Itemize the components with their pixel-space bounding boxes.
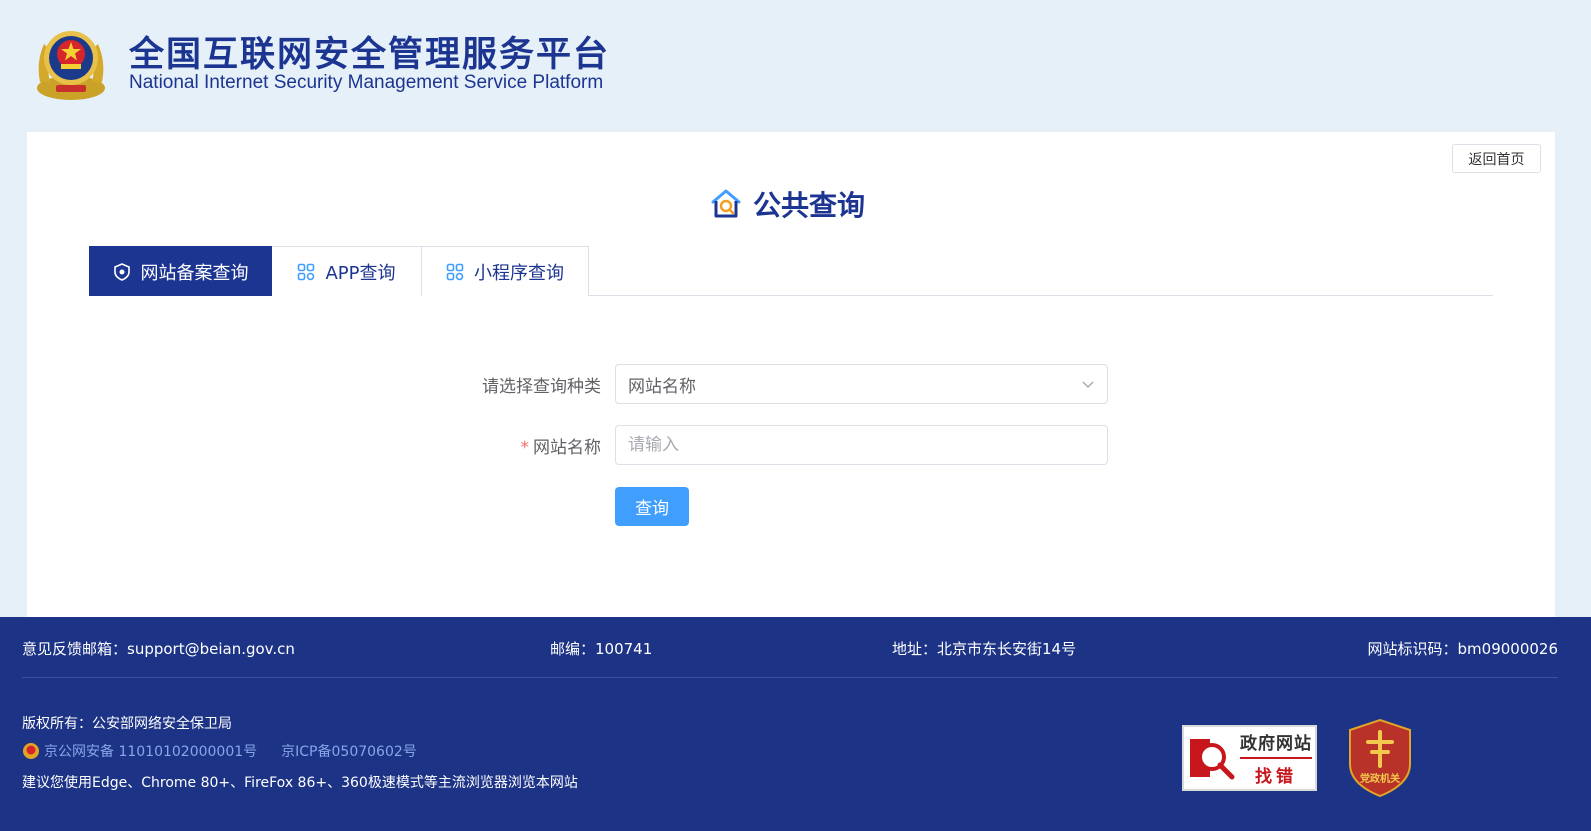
platform-title-cn: 全国互联网安全管理服务平台 — [129, 35, 611, 75]
party-government-badge[interactable]: 党政机关 — [1346, 718, 1414, 798]
required-mark: * — [520, 437, 530, 458]
chevron-down-icon — [1082, 381, 1094, 389]
magnifier-icon — [1190, 739, 1235, 780]
page-title-text: 公共查询 — [753, 189, 866, 222]
feedback-email: 意见反馈邮箱：support@beian.gov.cn — [22, 640, 295, 658]
tab-mini-program[interactable]: 小程序查询 — [422, 246, 589, 296]
footer-divider — [22, 677, 1558, 678]
house-search-icon — [711, 189, 741, 218]
copyright: 版权所有：公安部网络安全保卫局 — [22, 716, 232, 732]
police-beian-link[interactable]: 京公网安备 11010102000001号 — [44, 741, 257, 761]
query-type-value: 网站名称 — [628, 376, 696, 397]
query-card: 返回首页 公共查询 网站备案查询 APP查询 小程序查询 请选择查询种类 网站名… — [27, 132, 1555, 617]
gov-badge-line2: 找错 — [1255, 767, 1297, 787]
site-name-label-text: 网站名称 — [533, 437, 601, 458]
query-type-row: 请选择查询种类 网站名称 — [435, 364, 1108, 404]
platform-title-en: National Internet Security Management Se… — [129, 72, 604, 93]
police-badge-icon — [23, 743, 39, 759]
site-name-input[interactable] — [615, 425, 1108, 465]
address: 地址：北京市东长安街14号 — [892, 640, 1077, 658]
icp-beian-link[interactable]: 京ICP备05070602号 — [281, 741, 417, 761]
party-badge-text: 党政机关 — [1360, 772, 1400, 785]
query-button[interactable]: 查询 — [615, 487, 689, 526]
shield-icon — [113, 262, 130, 281]
query-type-select[interactable]: 网站名称 — [615, 364, 1108, 404]
apps-grid-icon — [298, 263, 315, 280]
beian-row: 京公网安备 11010102000001号 京ICP备05070602号 — [22, 741, 417, 761]
postcode: 邮编：100741 — [550, 640, 653, 658]
tab-website-record[interactable]: 网站备案查询 — [89, 246, 272, 296]
apps-grid-icon — [446, 263, 464, 280]
page-title: 公共查询 — [709, 184, 865, 224]
site-header: 全国互联网安全管理服务平台 National Internet Security… — [0, 0, 1591, 132]
tab-label: 网站备案查询 — [140, 262, 249, 284]
site-name-row: * 网站名称 — [435, 425, 1108, 465]
tab-label: APP查询 — [325, 262, 396, 284]
tab-app[interactable]: APP查询 — [272, 246, 422, 296]
police-emblem-icon — [37, 31, 105, 100]
gov-site-error-badge[interactable]: 政府网站 找错 — [1182, 725, 1317, 791]
site-identifier: 网站标识码：bm09000026 — [1367, 640, 1558, 658]
site-footer: 意见反馈邮箱：support@beian.gov.cn 邮编：100741 地址… — [0, 617, 1591, 831]
party-emblem-icon: 党政机关 — [1349, 718, 1411, 798]
tab-label: 小程序查询 — [474, 262, 564, 284]
query-tabs: 网站备案查询 APP查询 小程序查询 — [89, 246, 1493, 296]
back-home-button[interactable]: 返回首页 — [1452, 144, 1541, 173]
query-type-label: 请选择查询种类 — [482, 376, 601, 397]
browser-tip: 建议您使用Edge、Chrome 80+、FireFox 86+、360极速模式… — [22, 775, 578, 791]
gov-badge-line1: 政府网站 — [1240, 734, 1312, 754]
site-name-label: * 网站名称 — [435, 433, 615, 458]
